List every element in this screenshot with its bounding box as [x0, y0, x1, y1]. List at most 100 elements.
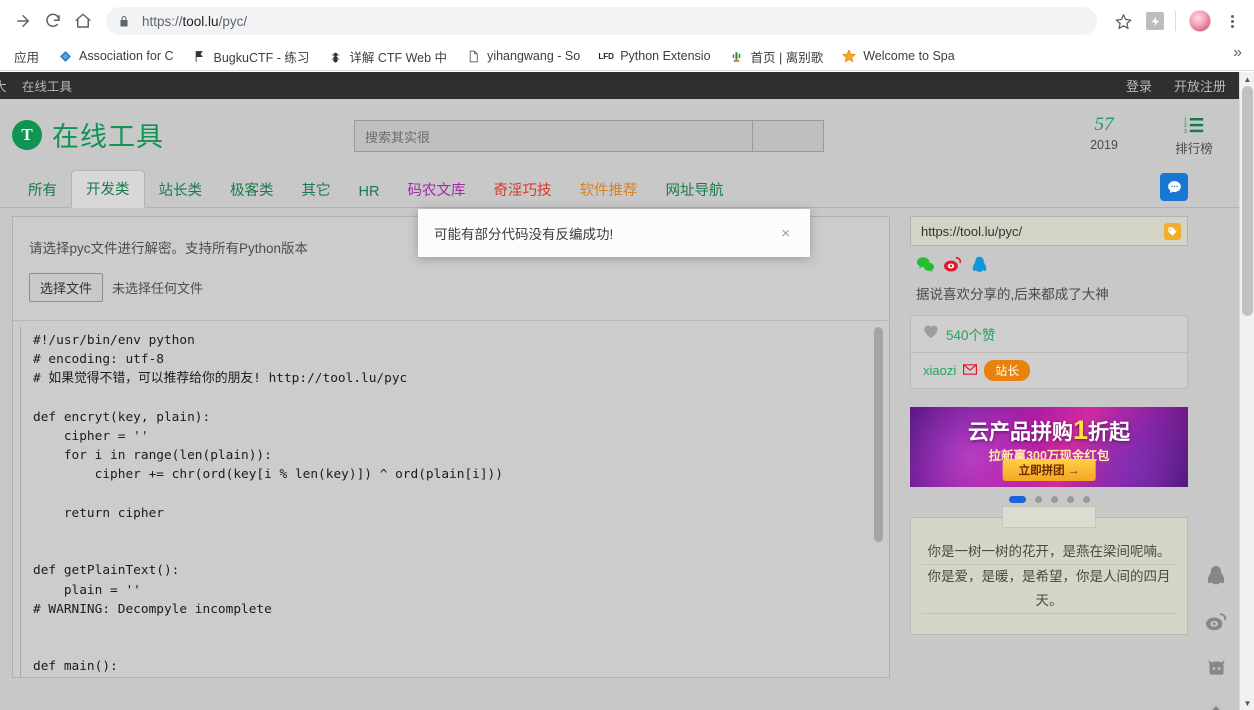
carousel-dot[interactable]	[1035, 496, 1042, 503]
star-burst-icon	[841, 48, 857, 64]
bookmark-item[interactable]: LFD Python Extensio	[590, 46, 718, 66]
category-tabs: 所有 开发类 站长类 极客类 其它 HR 码农文库 奇淫巧技 软件推荐 网址导航	[0, 171, 1254, 208]
code-scrollbar[interactable]	[874, 325, 883, 677]
envelope-icon[interactable]	[963, 362, 977, 380]
bookmark-item[interactable]: Welcome to Spa	[833, 46, 962, 66]
stat-number: 57	[1076, 115, 1132, 135]
bookmarks-overflow-button[interactable]: »	[1227, 44, 1248, 62]
heart-icon	[923, 324, 939, 344]
like-card: 540个赞 xiaozi 站长	[910, 315, 1188, 389]
document-icon	[465, 48, 481, 64]
bookmark-item[interactable]: yihangwang - So	[457, 46, 588, 66]
reload-button[interactable]	[38, 6, 68, 36]
bookmark-item[interactable]: 首页 | 离别歌	[721, 45, 832, 68]
lock-icon	[118, 15, 132, 28]
choose-file-button[interactable]: 选择文件	[29, 273, 103, 302]
tab-other[interactable]: 其它	[288, 172, 345, 208]
weibo-eye-icon[interactable]	[1204, 610, 1228, 634]
ad-cta-button[interactable]: 立即拼团 →	[1003, 459, 1096, 481]
bookmark-item[interactable]: BugkuCTF - 练习	[184, 45, 318, 68]
share-slogan-text: 据说喜欢分享的,后来都成了大神	[910, 283, 1188, 303]
address-bar[interactable]: https://tool.lu/pyc/	[106, 7, 1097, 35]
tab-hr[interactable]: HR	[345, 177, 394, 208]
bookmark-apps[interactable]: 应用	[6, 45, 47, 68]
extension-icon[interactable]	[1141, 7, 1169, 35]
ordered-list-icon: 123	[1166, 115, 1222, 135]
tab-code-library[interactable]: 码农文库	[393, 172, 479, 208]
chat-bubble-icon[interactable]	[1160, 173, 1188, 201]
sidebar: https://tool.lu/pyc/ 据说喜欢分享的,后来都成了大神	[910, 216, 1188, 678]
quote-line-2: 你是爱，是暖，是希望，你是人间的四月天。	[921, 565, 1177, 614]
code-scrollbar-thumb[interactable]	[874, 327, 883, 542]
search-button[interactable]	[752, 120, 824, 152]
qq-penguin-icon[interactable]	[1204, 564, 1228, 588]
topbar-clipped-text: 大	[0, 76, 8, 95]
chrome-menu-button[interactable]	[1218, 7, 1246, 35]
logo-text: 在线工具	[52, 115, 164, 154]
login-link[interactable]: 登录	[1126, 76, 1152, 95]
alert-toast[interactable]: 可能有部分代码没有反编成功! ×	[418, 209, 810, 257]
toolbar-divider	[1175, 11, 1176, 31]
quote-line-1: 你是一树一树的花开，是燕在梁间呢喃。	[921, 540, 1177, 565]
back-to-top-icon[interactable]	[1204, 702, 1228, 710]
page-viewport: 大 在线工具 登录 开放注册 T 在线工具 搜索其实很 57 2019 123	[0, 72, 1254, 710]
main-content: 请选择pyc文件进行解密。支持所有Python版本 选择文件 未选择任何文件 #…	[0, 208, 1254, 678]
header-rank-link[interactable]: 123 排行榜	[1166, 115, 1222, 157]
file-input-row[interactable]: 选择文件 未选择任何文件	[29, 273, 873, 302]
tab-navigation[interactable]: 网址导航	[651, 172, 737, 208]
code-output-area[interactable]: #!/usr/bin/env python # encoding: utf-8 …	[13, 321, 889, 677]
close-icon[interactable]: ×	[777, 225, 794, 242]
scroll-down-arrow[interactable]: ▼	[1240, 696, 1254, 710]
address-bar-url: https://tool.lu/pyc/	[142, 14, 247, 29]
tool-panel: 请选择pyc文件进行解密。支持所有Python版本 选择文件 未选择任何文件 #…	[12, 216, 890, 678]
share-url-box[interactable]: https://tool.lu/pyc/	[910, 216, 1188, 246]
register-link[interactable]: 开放注册	[1174, 76, 1226, 95]
author-row: xiaozi 站长	[911, 353, 1187, 388]
scroll-up-arrow[interactable]: ▲	[1240, 72, 1254, 86]
svg-text:3: 3	[1184, 129, 1187, 134]
stat-label: 2019	[1076, 138, 1132, 152]
bookmark-item[interactable]: 详解 CTF Web 中	[319, 45, 455, 68]
carousel-dot[interactable]	[1009, 496, 1026, 503]
carousel-dot[interactable]	[1067, 496, 1074, 503]
tag-icon[interactable]	[1164, 223, 1181, 240]
acm-diamond-icon	[57, 48, 73, 64]
tab-dev[interactable]: 开发类	[71, 170, 145, 208]
topbar-link-tools[interactable]: 在线工具	[22, 76, 72, 95]
tab-software[interactable]: 软件推荐	[565, 172, 651, 208]
header-stat-count[interactable]: 57 2019	[1076, 115, 1132, 157]
cactus-icon	[729, 48, 745, 64]
search-input[interactable]: 搜索其实很	[354, 120, 752, 152]
qq-icon[interactable]	[970, 255, 989, 274]
lfd-icon: LFD	[598, 48, 614, 64]
profile-avatar[interactable]	[1186, 7, 1214, 35]
author-name[interactable]: xiaozi	[923, 363, 956, 378]
home-button[interactable]	[68, 6, 98, 36]
admin-badge: 站长	[984, 360, 1030, 381]
carousel-dot[interactable]	[1083, 496, 1090, 503]
tab-webmaster[interactable]: 站长类	[145, 172, 217, 208]
forward-button[interactable]	[8, 6, 38, 36]
page-scrollbar-thumb[interactable]	[1242, 86, 1253, 316]
ad-banner[interactable]: 云产品拼购1折起 拉新赢300万现金红包 立即拼团 →	[910, 407, 1188, 487]
quote-tape-decoration	[1002, 506, 1096, 528]
ad-carousel-dots[interactable]	[910, 496, 1188, 503]
page-scrollbar[interactable]: ▲ ▼	[1239, 72, 1254, 710]
weibo-icon[interactable]	[943, 255, 962, 274]
like-row[interactable]: 540个赞	[911, 316, 1187, 353]
floating-social-icons	[1204, 564, 1228, 710]
site-logo[interactable]: T 在线工具	[12, 115, 164, 154]
rank-label: 排行榜	[1166, 138, 1222, 157]
search-box[interactable]: 搜索其实很	[354, 120, 824, 152]
github-icon[interactable]	[1204, 656, 1228, 680]
bookmark-item[interactable]: Association for C	[49, 46, 181, 66]
wechat-icon[interactable]	[916, 255, 935, 274]
tab-tricks[interactable]: 奇淫巧技	[479, 172, 565, 208]
bookmark-star-icon[interactable]	[1109, 7, 1137, 35]
bookmarks-bar: 应用 Association for C BugkuCTF - 练习 详解 CT…	[0, 42, 1254, 70]
logo-mark-icon: T	[12, 120, 42, 150]
tab-all[interactable]: 所有	[14, 172, 71, 208]
carousel-dot[interactable]	[1051, 496, 1058, 503]
tab-geek[interactable]: 极客类	[216, 172, 288, 208]
chrome-separator	[0, 70, 1254, 71]
